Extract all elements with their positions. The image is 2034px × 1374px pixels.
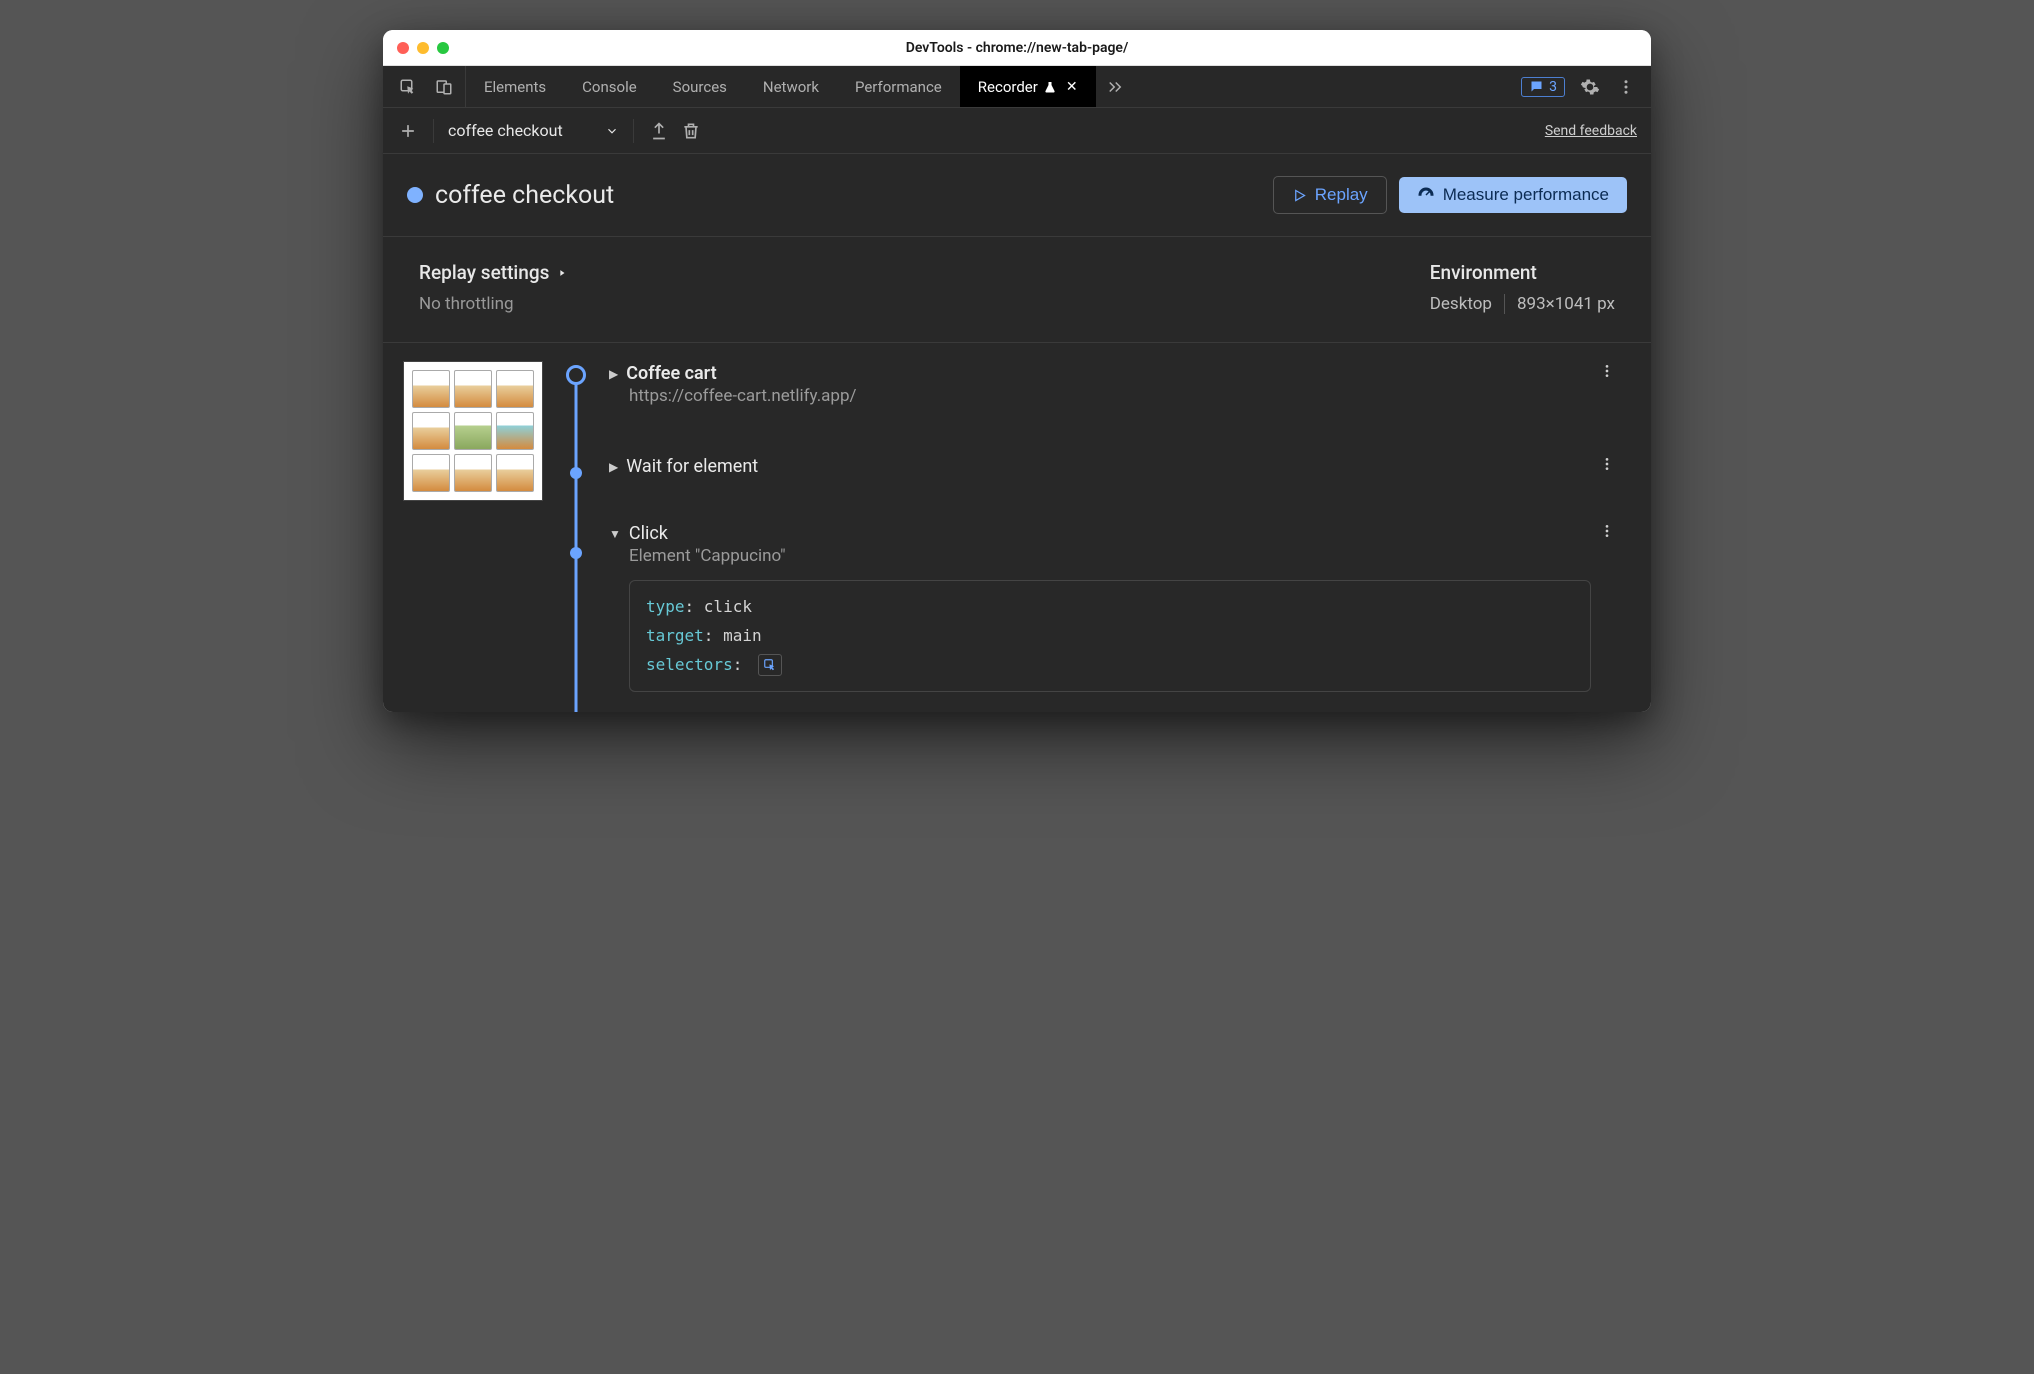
recording-status-dot [407,187,423,203]
step-details: type: click target: main selectors: [629,580,1591,692]
detail-line: target: main [646,622,1574,651]
issues-count: 3 [1549,79,1557,95]
step-list: ▶ Coffee cart https://coffee-cart.netlif… [609,361,1631,712]
panel-tablist: Elements Console Sources Network Perform… [466,66,1134,107]
issues-counter[interactable]: 3 [1521,77,1565,97]
environment-heading: Environment [1430,261,1615,284]
tabstrip-left [383,66,466,107]
timeline-node [570,467,582,479]
step-more-icon[interactable] [1591,523,1623,692]
tab-performance[interactable]: Performance [837,66,960,107]
divider [1504,294,1505,314]
more-tabs-icon[interactable] [1096,66,1134,107]
step-toggle[interactable]: ▶ Wait for element [609,456,1591,477]
tabstrip-right: 3 [1507,66,1651,107]
settings-icon[interactable] [1579,76,1601,98]
replay-settings-toggle[interactable]: Replay settings [419,261,1430,284]
recorder-toolbar: coffee checkout Send feedback [383,108,1651,154]
send-feedback-link[interactable]: Send feedback [1545,123,1637,139]
throttling-value: No throttling [419,294,1430,314]
more-options-icon[interactable] [1615,76,1637,98]
step-title: Coffee cart [626,363,716,384]
window-title: DevTools - chrome://new-tab-page/ [383,40,1651,56]
tab-recorder[interactable]: Recorder ✕ [960,66,1096,107]
timeline-node-start [566,365,586,385]
minimize-window-icon[interactable] [417,42,429,54]
step-item: ▶ Coffee cart https://coffee-cart.netlif… [609,361,1623,426]
timeline-track [561,361,591,712]
recording-select[interactable]: coffee checkout [448,121,619,140]
devtools-window: DevTools - chrome://new-tab-page/ Elemen… [383,30,1651,712]
tab-sources[interactable]: Sources [655,66,745,107]
detail-line: type: click [646,593,1574,622]
window-titlebar: DevTools - chrome://new-tab-page/ [383,30,1651,66]
window-controls [397,42,449,54]
step-more-icon[interactable] [1591,363,1623,406]
measure-performance-button[interactable]: Measure performance [1399,177,1627,213]
recording-title: coffee checkout [435,181,1261,210]
step-more-icon[interactable] [1591,456,1623,477]
recording-select-label: coffee checkout [448,121,563,140]
tab-console[interactable]: Console [564,66,655,107]
step-toggle[interactable]: ▼ Click [609,523,1591,544]
timeline: ▶ Coffee cart https://coffee-cart.netlif… [383,343,1651,712]
chevron-down-icon [605,124,619,138]
timeline-node [570,547,582,559]
flask-icon [1044,80,1056,94]
tab-elements[interactable]: Elements [466,66,564,107]
selector-picker-icon[interactable] [758,654,782,676]
new-recording-icon[interactable] [397,120,419,142]
screenshot-thumbnail[interactable] [403,361,543,501]
step-item: ▼ Click Element "Cappucino" type: click … [609,497,1623,712]
inspect-element-icon[interactable] [397,76,419,98]
chevron-right-icon: ▶ [609,460,618,474]
close-window-icon[interactable] [397,42,409,54]
environment-device: Desktop [1430,294,1492,314]
detail-line: selectors: [646,651,1574,680]
replay-button[interactable]: Replay [1273,176,1387,214]
chevron-right-icon [557,267,567,279]
tab-network[interactable]: Network [745,66,837,107]
delete-icon[interactable] [680,120,702,142]
environment-viewport: 893×1041 px [1517,294,1615,314]
export-icon[interactable] [648,120,670,142]
step-subtitle: Element "Cappucino" [629,546,1591,566]
step-toggle[interactable]: ▶ Coffee cart [609,363,1591,384]
chevron-right-icon: ▶ [609,367,618,381]
devtools-tabstrip: Elements Console Sources Network Perform… [383,66,1651,108]
step-item: ▶ Wait for element [609,426,1623,497]
devtools-app: Elements Console Sources Network Perform… [383,66,1651,712]
step-title: Wait for element [626,456,758,477]
chevron-down-icon: ▼ [609,527,621,541]
recording-header: coffee checkout Replay Measure performan… [383,154,1651,237]
device-toolbar-icon[interactable] [433,76,455,98]
step-url: https://coffee-cart.netlify.app/ [629,386,1591,406]
zoom-window-icon[interactable] [437,42,449,54]
step-title: Click [629,523,668,544]
settings-row: Replay settings No throttling Environmen… [383,237,1651,343]
close-tab-icon[interactable]: ✕ [1066,79,1078,95]
